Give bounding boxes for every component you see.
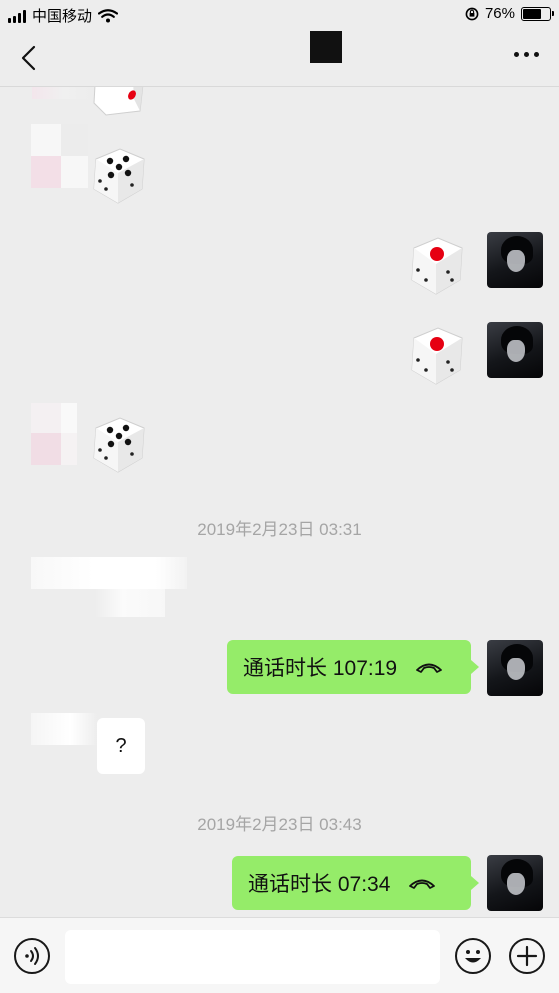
emoji-icon[interactable] <box>455 938 491 974</box>
call-duration-text: 通话时长 107:19 <box>243 657 398 680</box>
hang-up-phone-icon <box>409 879 436 889</box>
timestamp: 2019年2月23日 03:31 <box>197 520 362 539</box>
wifi-icon <box>98 8 119 22</box>
voice-icon[interactable] <box>14 938 50 974</box>
contact-name-redacted <box>310 31 342 63</box>
blurred-message <box>31 557 187 617</box>
message-bubble[interactable]: ? <box>97 718 145 774</box>
call-duration-text: 通话时长 07:34 <box>248 873 391 896</box>
call-duration-bubble[interactable]: 通话时长 107:19 <box>227 640 479 694</box>
status-bar: 中国移动 76% <box>0 0 559 30</box>
my-avatar[interactable] <box>487 640 543 696</box>
contact-avatar-blurred <box>31 124 88 188</box>
dice-icon <box>93 417 145 473</box>
plus-icon[interactable] <box>509 938 545 974</box>
chat-header <box>0 30 559 87</box>
carrier-label: 中国移动 <box>32 8 93 25</box>
contact-avatar-blurred <box>31 713 97 745</box>
signal-icon <box>8 9 26 23</box>
timestamp: 2019年2月23日 03:43 <box>197 815 362 834</box>
dice-icon <box>93 148 145 204</box>
hang-up-phone-icon <box>416 663 442 673</box>
contact-avatar-blurred <box>31 403 77 465</box>
dice-icon <box>411 327 463 385</box>
chevron-left-icon[interactable] <box>14 42 46 74</box>
my-avatar[interactable] <box>487 322 543 378</box>
battery-percent: 76% <box>484 5 515 22</box>
dice-icon <box>411 237 463 295</box>
orientation-lock-icon <box>465 7 479 20</box>
dice-icon <box>93 87 144 116</box>
call-duration-bubble[interactable]: 通话时长 07:34 <box>232 856 479 910</box>
my-avatar[interactable] <box>487 232 543 288</box>
input-bar <box>0 917 559 993</box>
my-avatar[interactable] <box>487 855 543 911</box>
message-list[interactable]: 2019年2月23日 03:31 通话时长 107:19 ? 2019年2月23… <box>0 87 559 917</box>
message-input[interactable] <box>65 930 440 984</box>
message-text: ? <box>115 734 127 757</box>
more-dots-icon[interactable] <box>514 52 539 57</box>
battery-icon <box>521 6 554 21</box>
contact-avatar-blurred <box>32 87 90 99</box>
